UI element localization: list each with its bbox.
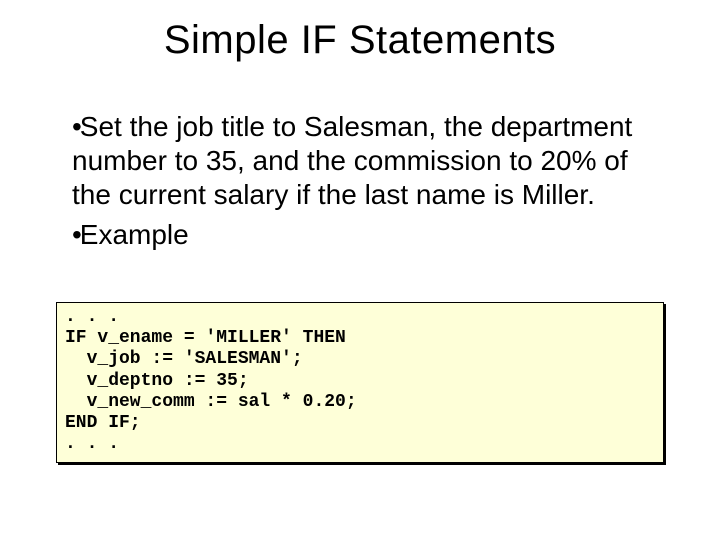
code-example-box: . . . IF v_ename = 'MILLER' THEN v_job :… [56,302,664,463]
slide: Simple IF Statements • Set the job title… [0,0,720,540]
code-example: . . . IF v_ename = 'MILLER' THEN v_job :… [65,307,655,456]
bullet-text: Set the job title to Salesman, the depar… [72,111,632,210]
slide-body: • Set the job title to Salesman, the dep… [72,110,662,259]
bullet-item: • Set the job title to Salesman, the dep… [72,110,662,212]
bullet-item: • Example [72,218,662,252]
bullet-text: Example [80,219,189,250]
slide-title: Simple IF Statements [0,18,720,63]
